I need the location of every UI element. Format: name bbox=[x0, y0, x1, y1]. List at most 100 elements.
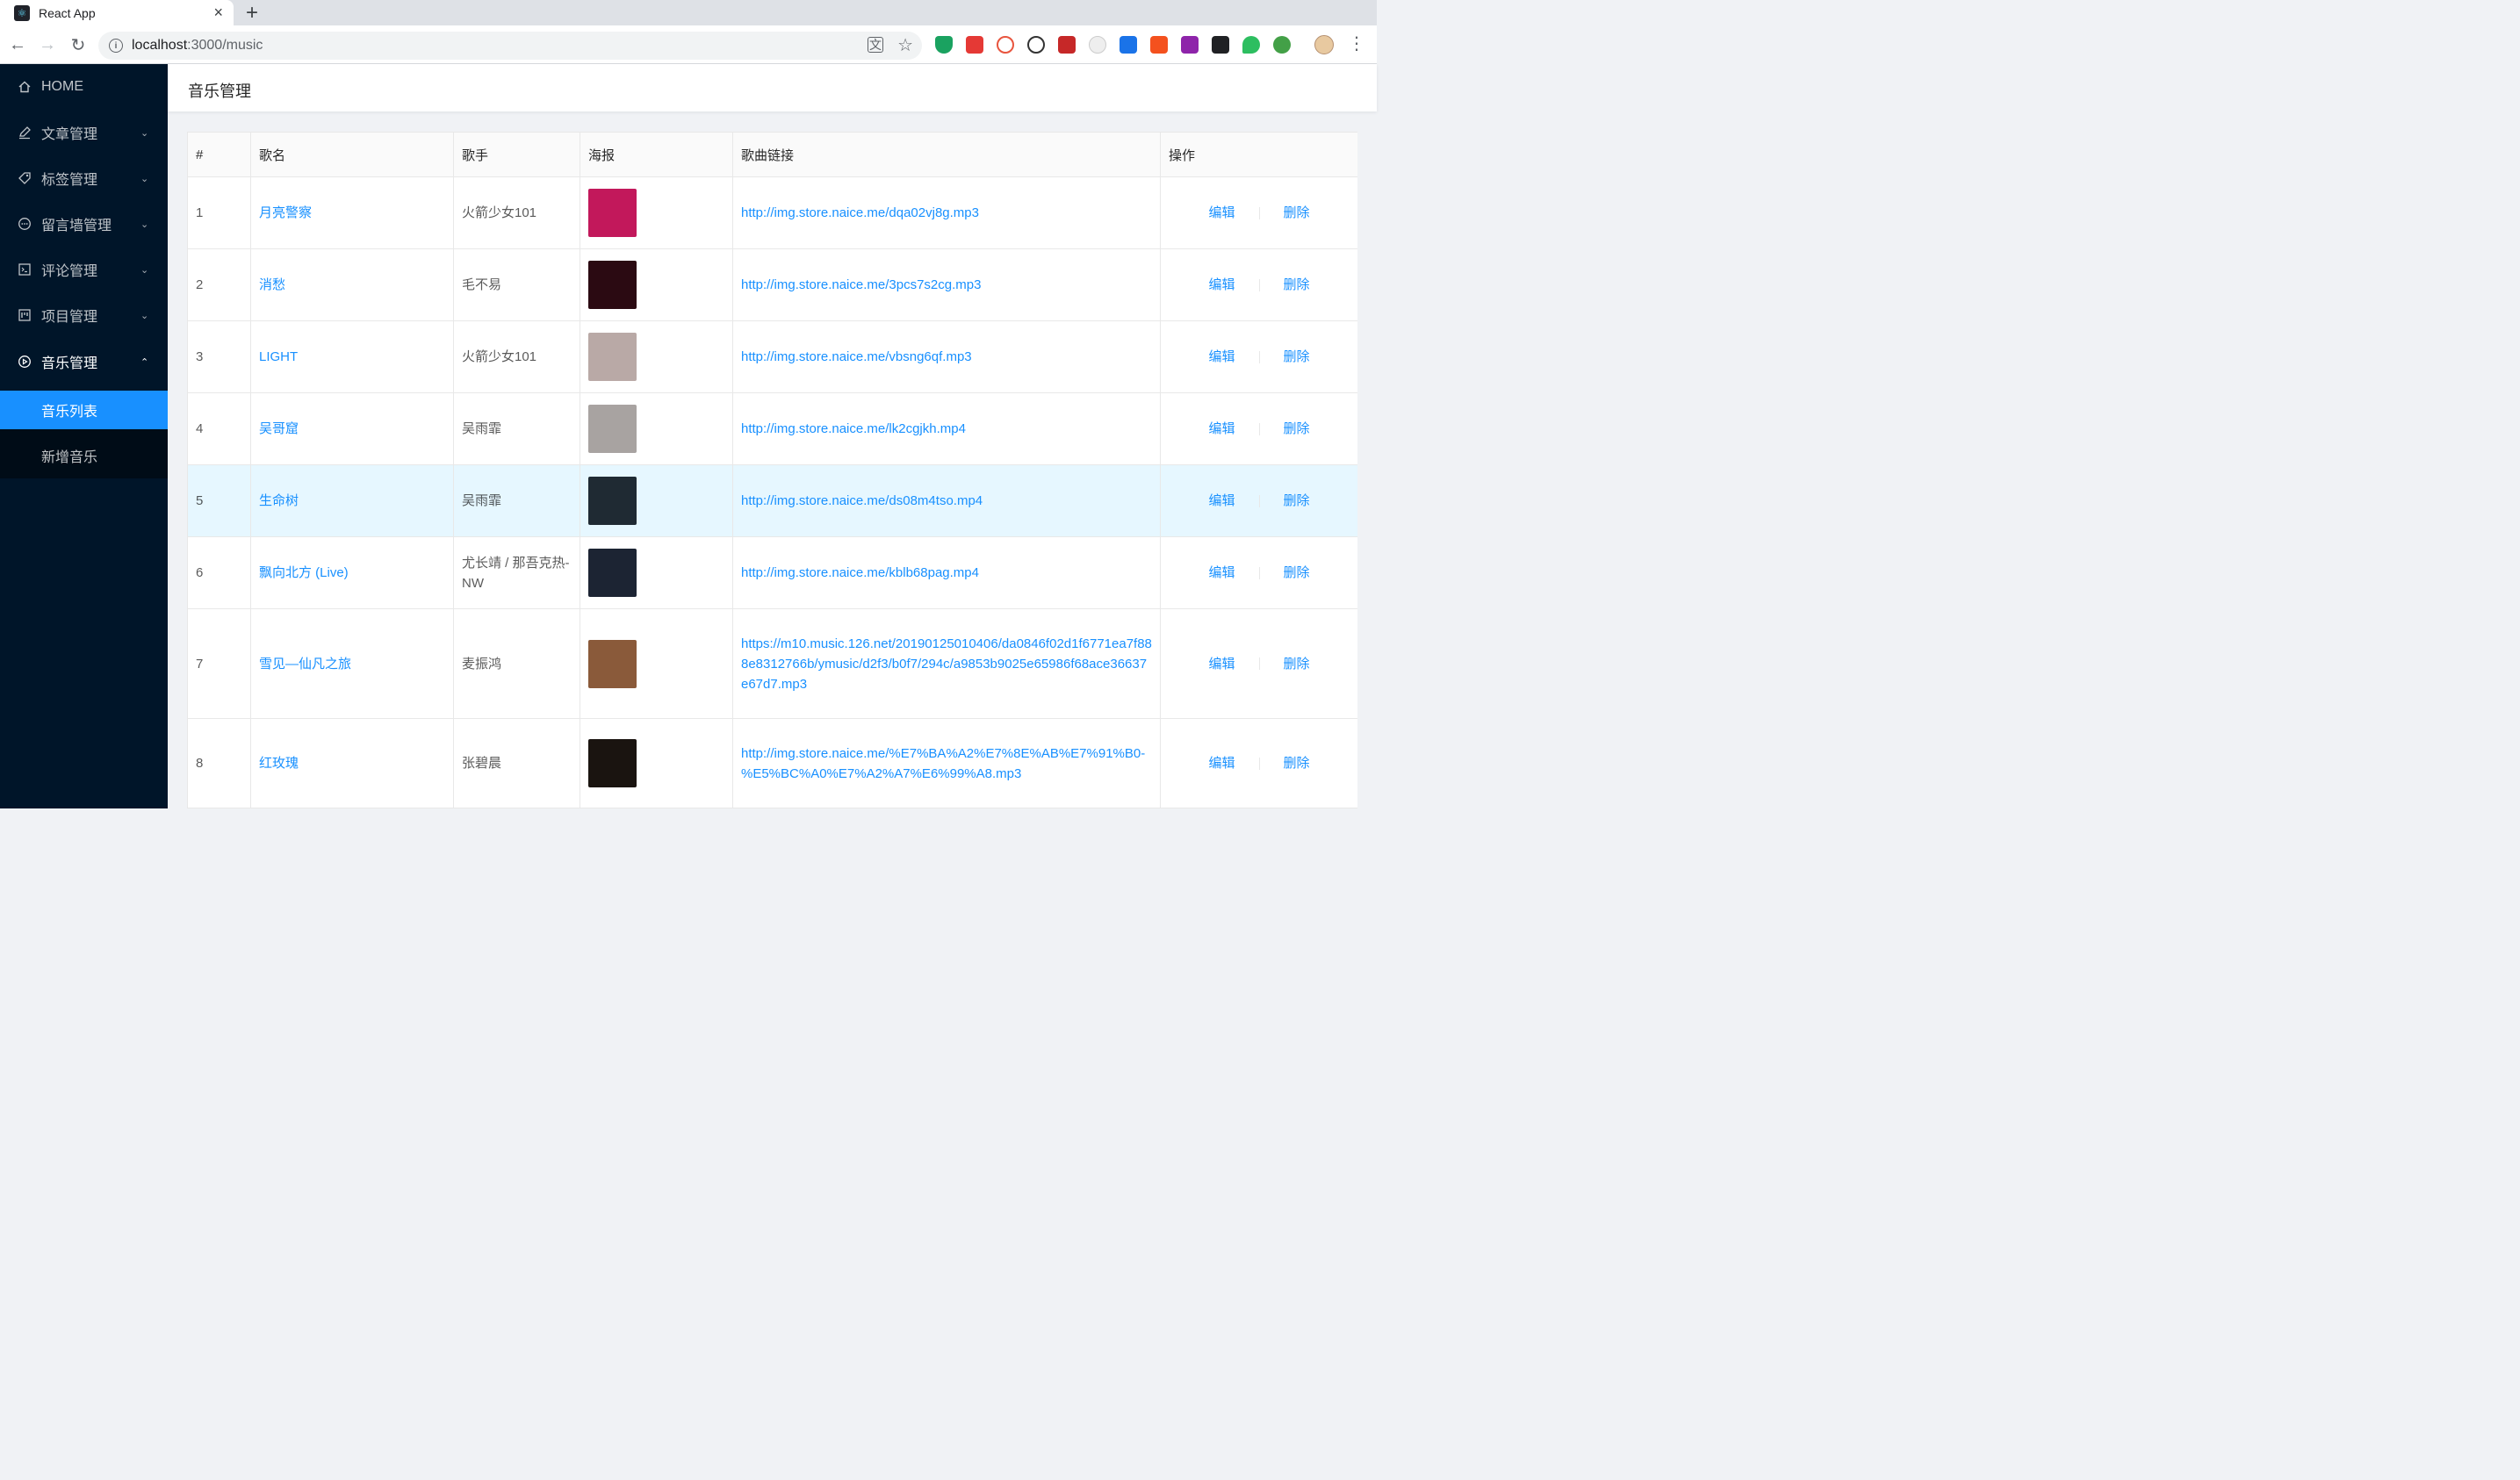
sidebar-item-comments[interactable]: 评论管理 ⌄ bbox=[0, 247, 168, 292]
fe-extension-icon[interactable] bbox=[966, 36, 983, 54]
browser-toolbar: ← → ↻ i localhost:3000/music 文 ☆ ⋮ bbox=[0, 25, 1377, 64]
graph-extension-icon[interactable] bbox=[1027, 36, 1045, 54]
song-name-link[interactable]: 生命树 bbox=[259, 493, 299, 508]
delete-button[interactable]: 删除 bbox=[1284, 563, 1310, 583]
action-divider bbox=[1258, 350, 1260, 363]
react-favicon-icon: ⚛ bbox=[14, 4, 30, 21]
sidebar-item-home[interactable]: HOME bbox=[0, 64, 168, 110]
song-name-link[interactable]: 消愁 bbox=[259, 277, 285, 292]
song-name-cell: 飘向北方 (Live) bbox=[250, 536, 454, 609]
panda-extension-icon[interactable] bbox=[1089, 36, 1106, 54]
song-name-cell: 生命树 bbox=[250, 464, 454, 537]
sidebar-item-articles[interactable]: 文章管理 ⌄ bbox=[0, 110, 168, 155]
evernote-extension-icon[interactable] bbox=[1242, 36, 1260, 54]
sidebar-item-label: 音乐管理 bbox=[41, 356, 98, 371]
song-url-cell: http://img.store.naice.me/lk2cgjkh.mp4 bbox=[732, 392, 1161, 465]
song-url-link[interactable]: http://img.store.naice.me/%E7%BA%A2%E7%8… bbox=[741, 746, 1145, 781]
row-actions: 编辑 删除 bbox=[1169, 753, 1350, 773]
edit-button[interactable]: 编辑 bbox=[1208, 347, 1235, 367]
singer-cell: 毛不易 bbox=[453, 248, 580, 321]
blue-extension-icon[interactable] bbox=[1120, 36, 1137, 54]
poster-image bbox=[588, 739, 637, 787]
message-icon bbox=[18, 217, 32, 231]
edit-button[interactable]: 编辑 bbox=[1208, 203, 1235, 223]
song-name-link[interactable]: 雪见—仙凡之旅 bbox=[259, 657, 351, 672]
row-actions: 编辑 删除 bbox=[1169, 347, 1350, 367]
sidebar-subitem-label: 音乐列表 bbox=[41, 405, 98, 420]
red-extension-icon[interactable] bbox=[1058, 36, 1076, 54]
rp-extension-icon[interactable] bbox=[1181, 36, 1199, 54]
sidebar-item-message-wall[interactable]: 留言墙管理 ⌄ bbox=[0, 201, 168, 247]
address-bar[interactable]: i localhost:3000/music 文 ☆ bbox=[98, 32, 922, 60]
actions-cell: 编辑 删除 bbox=[1160, 392, 1357, 465]
action-divider bbox=[1258, 494, 1260, 507]
song-name-link[interactable]: 吴哥窟 bbox=[259, 421, 299, 436]
translate-extension-icon[interactable] bbox=[1150, 36, 1168, 54]
page-header: 音乐管理 bbox=[168, 64, 1377, 111]
reload-icon[interactable]: ↻ bbox=[68, 34, 89, 55]
code-icon bbox=[18, 262, 32, 277]
song-url-link[interactable]: http://img.store.naice.me/vbsng6qf.mp3 bbox=[741, 349, 972, 364]
edit-button[interactable]: 编辑 bbox=[1208, 419, 1235, 439]
singer-cell: 吴雨霏 bbox=[453, 464, 580, 537]
song-name-link[interactable]: 飘向北方 (Live) bbox=[259, 565, 349, 580]
song-url-link[interactable]: http://img.store.naice.me/kblb68pag.mp4 bbox=[741, 565, 979, 580]
page-title: 音乐管理 bbox=[188, 83, 251, 100]
delete-button[interactable]: 删除 bbox=[1284, 654, 1310, 674]
poster-cell bbox=[580, 392, 733, 465]
poster-cell bbox=[580, 176, 733, 249]
column-header-actions: 操作 bbox=[1160, 132, 1357, 177]
site-info-icon[interactable]: i bbox=[109, 39, 123, 53]
singer-cell: 张碧晨 bbox=[453, 718, 580, 808]
song-url-link[interactable]: http://img.store.naice.me/dqa02vj8g.mp3 bbox=[741, 205, 979, 220]
song-url-link[interactable]: https://m10.music.126.net/20190125010406… bbox=[741, 636, 1152, 692]
browser-tab[interactable]: ⚛ React App × bbox=[0, 0, 234, 25]
sidebar-subitem-add-music[interactable]: 新增音乐 bbox=[0, 436, 168, 475]
row-index: 1 bbox=[187, 176, 251, 249]
back-icon[interactable]: ← bbox=[7, 34, 28, 55]
delete-button[interactable]: 删除 bbox=[1284, 491, 1310, 511]
sidebar-item-tags[interactable]: 标签管理 ⌄ bbox=[0, 155, 168, 201]
forward-icon[interactable]: → bbox=[37, 34, 58, 55]
song-name-cell: 红玫瑰 bbox=[250, 718, 454, 808]
shield-extension-icon[interactable] bbox=[935, 36, 953, 54]
song-name-link[interactable]: LIGHT bbox=[259, 349, 298, 364]
network-extension-icon[interactable] bbox=[997, 36, 1014, 54]
delete-button[interactable]: 删除 bbox=[1284, 275, 1310, 295]
row-index: 3 bbox=[187, 320, 251, 393]
song-name-link[interactable]: 红玫瑰 bbox=[259, 756, 299, 771]
more-menu-icon[interactable]: ⋮ bbox=[1348, 32, 1365, 54]
tab-close-icon[interactable]: × bbox=[213, 4, 223, 22]
sidebar-item-projects[interactable]: 项目管理 ⌄ bbox=[0, 292, 168, 338]
delete-button[interactable]: 删除 bbox=[1284, 419, 1310, 439]
tab-title: React App bbox=[39, 5, 96, 20]
poster-image bbox=[588, 639, 637, 688]
edit-button[interactable]: 编辑 bbox=[1208, 753, 1235, 773]
song-url-link[interactable]: http://img.store.naice.me/ds08m4tso.mp4 bbox=[741, 493, 983, 508]
song-name-link[interactable]: 月亮警察 bbox=[259, 205, 312, 220]
delete-button[interactable]: 删除 bbox=[1284, 347, 1310, 367]
action-divider bbox=[1258, 566, 1260, 579]
song-url-link[interactable]: http://img.store.naice.me/3pcs7s2cg.mp3 bbox=[741, 277, 981, 292]
edit-button[interactable]: 编辑 bbox=[1208, 491, 1235, 511]
poster-cell bbox=[580, 718, 733, 808]
bookmark-star-icon[interactable]: ☆ bbox=[897, 34, 913, 56]
delete-button[interactable]: 删除 bbox=[1284, 203, 1310, 223]
row-index: 6 bbox=[187, 536, 251, 609]
sidebar-item-music[interactable]: 音乐管理 ⌃ bbox=[0, 339, 168, 384]
row-index: 5 bbox=[187, 464, 251, 537]
edit-button[interactable]: 编辑 bbox=[1208, 654, 1235, 674]
song-url-link[interactable]: http://img.store.naice.me/lk2cgjkh.mp4 bbox=[741, 421, 966, 436]
mask-extension-icon[interactable] bbox=[1212, 36, 1229, 54]
edit-button[interactable]: 编辑 bbox=[1208, 275, 1235, 295]
new-tab-icon[interactable]: + bbox=[246, 1, 258, 25]
profile-avatar[interactable] bbox=[1314, 35, 1334, 54]
poster-cell bbox=[580, 320, 733, 393]
edit-button[interactable]: 编辑 bbox=[1208, 563, 1235, 583]
sidebar-subitem-music-list[interactable]: 音乐列表 bbox=[0, 391, 168, 429]
song-name-cell: LIGHT bbox=[250, 320, 454, 393]
translate-icon[interactable]: 文 bbox=[868, 37, 883, 53]
delete-button[interactable]: 删除 bbox=[1284, 753, 1310, 773]
browser-tab-bar: ⚛ React App × + bbox=[0, 0, 1377, 25]
globe-extension-icon[interactable] bbox=[1273, 36, 1291, 54]
